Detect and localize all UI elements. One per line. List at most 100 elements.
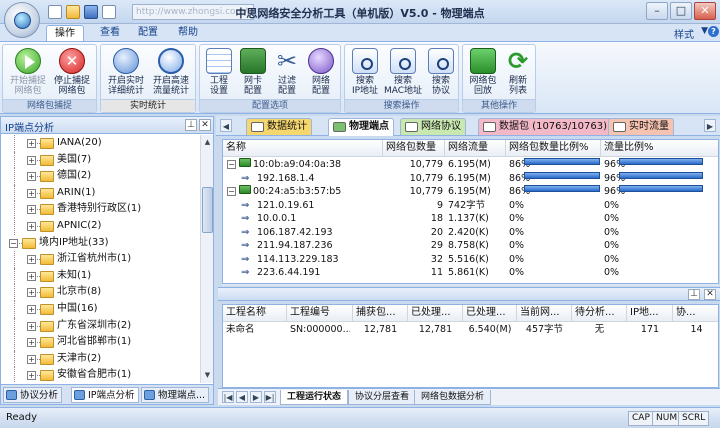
tree-node[interactable]: + 美国(7) <box>1 151 200 169</box>
table-row[interactable]: 未命名 SN:000000... 12,781 12,781 6.540(M) 457字节… <box>223 323 718 337</box>
pin-icon[interactable]: ⊥ <box>185 119 197 131</box>
app-logo-icon[interactable] <box>4 2 40 38</box>
table-hscrollbar[interactable] <box>222 284 719 286</box>
expand-icon[interactable]: + <box>27 205 36 215</box>
tab-ip-endpoint[interactable]: IP端点分析 <box>71 387 139 403</box>
table-row[interactable]: ⇒ 211.94.187.236 29 8.758(K) 0% 0% <box>223 239 718 253</box>
search-ip-button[interactable]: 搜索 IP地址 <box>347 48 383 100</box>
expand-icon[interactable]: + <box>27 271 36 281</box>
next-tab-icon[interactable]: ▶ <box>250 391 262 403</box>
expand-icon[interactable]: + <box>27 304 36 314</box>
search-mac-button[interactable]: 搜索 MAC地址 <box>383 48 423 100</box>
tab-packets[interactable]: 数据包 (10763/10763) <box>478 118 612 135</box>
filter-config-button[interactable]: 过滤 配置 <box>270 48 304 100</box>
table-row[interactable]: ⇒ 192.168.1.4 10,779 6.195(M) 86% 96% <box>223 171 718 186</box>
network-config-button[interactable]: 网络 配置 <box>304 48 338 100</box>
prev-tab-icon[interactable]: ◀ <box>236 391 248 403</box>
tab-network-protocol[interactable]: 网络协议 <box>400 118 466 135</box>
tab-protocol-analysis[interactable]: 协议分析 <box>3 387 63 403</box>
tab-operate[interactable]: 操作 <box>46 25 84 41</box>
scroll-down-icon[interactable]: ▼ <box>202 369 213 381</box>
expand-icon[interactable]: + <box>27 155 36 165</box>
table-row[interactable]: ⇒ 10.0.0.1 18 1.137(K) 0% 0% <box>223 212 718 226</box>
maximize-button[interactable]: □ <box>670 2 692 20</box>
table-row[interactable]: −10:0b:a9:04:0a:38 10,779 6.195(M) 86% 96% <box>223 158 718 172</box>
tree-scrollbar[interactable]: ▲ ▼ <box>200 135 213 383</box>
first-tab-icon[interactable]: |◀ <box>222 391 234 403</box>
tab-data-stats[interactable]: 数据统计 <box>246 118 312 135</box>
tree-node[interactable]: + 安徽省合肥市(1) <box>1 367 200 383</box>
expand-icon[interactable]: + <box>27 288 36 298</box>
column-header[interactable]: 当前网... <box>517 305 572 322</box>
tab-packet-data-analysis[interactable]: 网络包数据分析 <box>414 390 492 405</box>
minimize-button[interactable]: – <box>646 2 668 20</box>
table-row[interactable]: ⇒ 223.6.44.191 11 5.861(K) 0% 0% <box>223 266 718 280</box>
tree-node[interactable]: + 天津市(2) <box>1 350 200 368</box>
tab-config[interactable]: 配置 <box>130 25 166 41</box>
tree-node[interactable]: + IANA(20) <box>1 135 200 152</box>
table-row[interactable]: −00:24:a5:b3:57:b5 10,779 6.195(M) 86% 96% <box>223 185 718 199</box>
column-header[interactable]: 捕获包... <box>353 305 408 322</box>
tree-node[interactable]: + 广东省深圳市(2) <box>1 317 200 335</box>
tree-node[interactable]: + 中国(16) <box>1 300 200 318</box>
tab-scroll-right-icon[interactable]: ▶ <box>704 119 716 132</box>
table-row[interactable]: ⇒ 121.0.19.61 9 742字节 0% 0% <box>223 199 718 213</box>
tree-node[interactable]: + 浙江省杭州市(1) <box>1 251 200 268</box>
collapse-icon[interactable]: − <box>227 160 236 169</box>
tree-node[interactable]: + APNIC(2) <box>1 217 200 235</box>
column-header[interactable]: 待分析... <box>572 305 627 322</box>
collapse-icon[interactable]: − <box>227 187 236 196</box>
column-header[interactable]: 已处理... <box>463 305 517 322</box>
chevron-down-icon[interactable]: ▼ <box>701 26 708 36</box>
tree-node[interactable]: + 北京市(8) <box>1 284 200 301</box>
expand-icon[interactable]: + <box>27 338 36 348</box>
column-header[interactable]: 网络包数量比例% <box>506 140 601 157</box>
realtime-detail-button[interactable]: 开启实时 详细统计 <box>105 48 147 100</box>
table-row[interactable]: ⇒ 114.113.229.183 32 5.516(K) 0% 0% <box>223 253 718 267</box>
pin-bottom-icon[interactable]: ⊥ <box>688 289 700 300</box>
style-menu[interactable]: 样式 <box>674 26 694 41</box>
tree-node[interactable]: − 境内IP地址(33) <box>1 235 200 252</box>
expand-icon[interactable]: + <box>27 354 36 364</box>
tree-node[interactable]: + 河北省邯郸市(1) <box>1 334 200 351</box>
collapse-icon[interactable]: − <box>9 238 18 248</box>
expand-icon[interactable]: + <box>27 371 36 381</box>
tab-physical-endpoint-view[interactable]: 物理端点 <box>328 118 394 136</box>
expand-icon[interactable]: + <box>27 188 36 198</box>
column-header[interactable]: 网络流量 <box>445 140 506 157</box>
tab-help[interactable]: 帮助 <box>170 25 206 41</box>
stop-capture-button[interactable]: ✕ 停止捕捉 网络包 <box>51 48 93 100</box>
column-header[interactable]: 网络包数量 <box>383 140 445 157</box>
table-row[interactable]: ⇒ 106.187.42.193 20 2.420(K) 0% 0% <box>223 226 718 240</box>
speed-traffic-button[interactable]: 开启高速 流量统计 <box>150 48 192 100</box>
close-pane-icon[interactable]: ✕ <box>199 119 211 131</box>
column-header[interactable]: 工程名称 <box>223 305 287 322</box>
last-tab-icon[interactable]: ▶| <box>264 391 276 403</box>
tree-node[interactable]: + 香港特别行政区(1) <box>1 201 200 218</box>
help-icon[interactable]: ? <box>708 26 719 37</box>
column-header[interactable]: 名称 <box>223 140 383 157</box>
packet-replay-button[interactable]: 网络包 回放 <box>465 48 501 100</box>
expand-icon[interactable]: + <box>27 321 36 331</box>
scroll-up-icon[interactable]: ▲ <box>202 136 213 148</box>
network-card-button[interactable]: 网卡 配置 <box>236 48 270 100</box>
column-header[interactable]: 工程编号 <box>287 305 353 322</box>
close-bottom-icon[interactable]: ✕ <box>704 289 716 300</box>
tab-scroll-left-icon[interactable]: ◀ <box>220 119 232 132</box>
tree-node[interactable]: + 德国(2) <box>1 168 200 185</box>
project-settings-button[interactable]: 工程 设置 <box>202 48 236 100</box>
expand-icon[interactable]: + <box>27 139 36 148</box>
scroll-thumb[interactable] <box>202 187 213 233</box>
expand-icon[interactable]: + <box>27 221 36 231</box>
start-capture-button[interactable]: 开始捕捉 网络包 <box>7 48 49 100</box>
search-protocol-button[interactable]: 搜索 协议 <box>423 48 459 100</box>
tab-view[interactable]: 查看 <box>92 25 128 41</box>
tree-node[interactable]: + ARIN(1) <box>1 184 200 202</box>
tree-node[interactable]: + 未知(1) <box>1 267 200 285</box>
column-header[interactable]: 协... <box>673 305 718 322</box>
tab-project-status[interactable]: 工程运行状态 <box>280 390 349 405</box>
column-header[interactable]: 流量比例% <box>601 140 718 157</box>
tab-realtime-traffic[interactable]: 实时流量 <box>608 118 674 135</box>
column-header[interactable]: IP地... <box>627 305 673 322</box>
expand-icon[interactable]: + <box>27 255 36 265</box>
